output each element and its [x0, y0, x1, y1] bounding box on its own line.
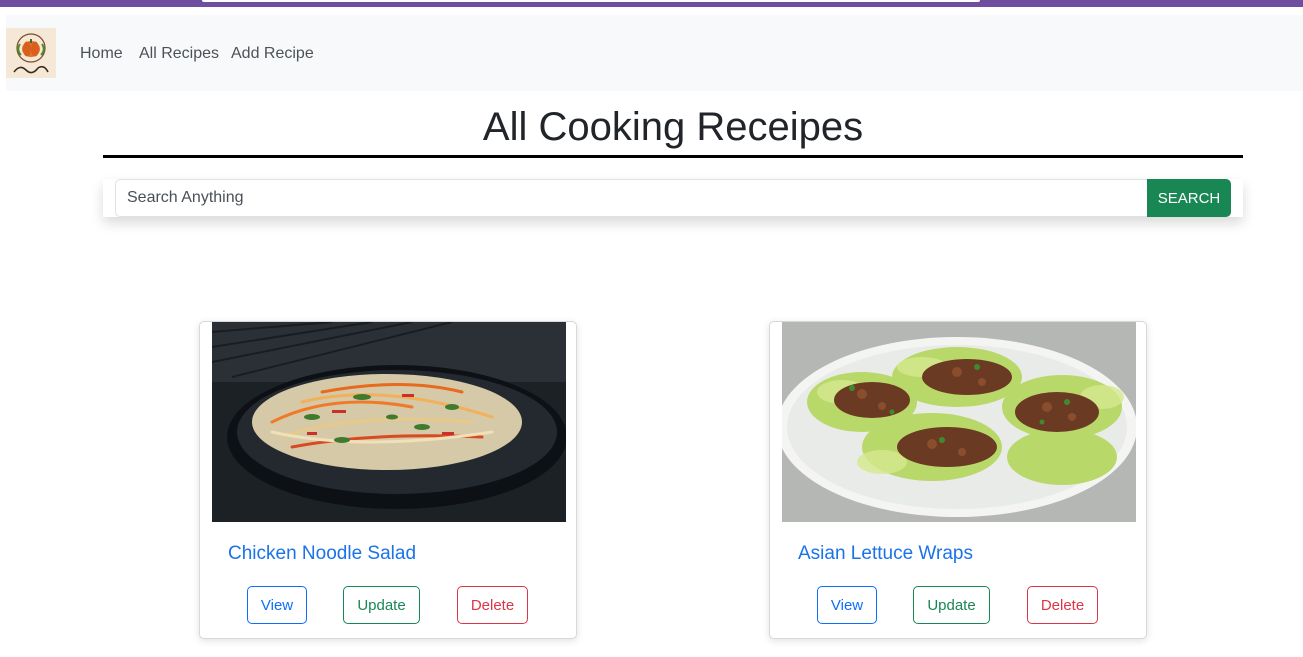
recipe-image-asian-lettuce-wraps	[782, 322, 1136, 522]
nav-link-home[interactable]: Home	[80, 44, 123, 64]
update-button[interactable]: Update	[913, 586, 990, 624]
delete-button[interactable]: Delete	[1027, 586, 1098, 624]
update-button[interactable]: Update	[343, 586, 420, 624]
recipe-card: Chicken Noodle Salad View Update Delete	[199, 321, 577, 639]
search-input[interactable]	[115, 179, 1172, 217]
recipe-image-chicken-noodle-salad	[212, 322, 566, 522]
navbar: Home All Recipes Add Recipe	[6, 15, 1303, 91]
pumpkin-logo-icon	[6, 28, 56, 78]
search-button[interactable]: SEARCH	[1147, 179, 1231, 217]
view-button[interactable]: View	[817, 586, 877, 624]
nav-link-all-recipes[interactable]: All Recipes	[139, 44, 219, 64]
delete-button[interactable]: Delete	[457, 586, 528, 624]
browser-top-strip	[0, 0, 1303, 7]
page-title: All Cooking Receipes	[482, 105, 864, 149]
search-bar: SEARCH	[103, 179, 1243, 217]
browser-address-bar-edge	[202, 0, 980, 2]
view-button[interactable]: View	[247, 586, 307, 624]
recipe-title[interactable]: Asian Lettuce Wraps	[798, 542, 973, 566]
recipe-card: Asian Lettuce Wraps View Update Delete	[769, 321, 1147, 639]
title-divider	[103, 155, 1243, 158]
recipe-title[interactable]: Chicken Noodle Salad	[228, 542, 416, 566]
nav-link-add-recipe[interactable]: Add Recipe	[231, 44, 314, 64]
brand-logo[interactable]	[6, 28, 56, 78]
